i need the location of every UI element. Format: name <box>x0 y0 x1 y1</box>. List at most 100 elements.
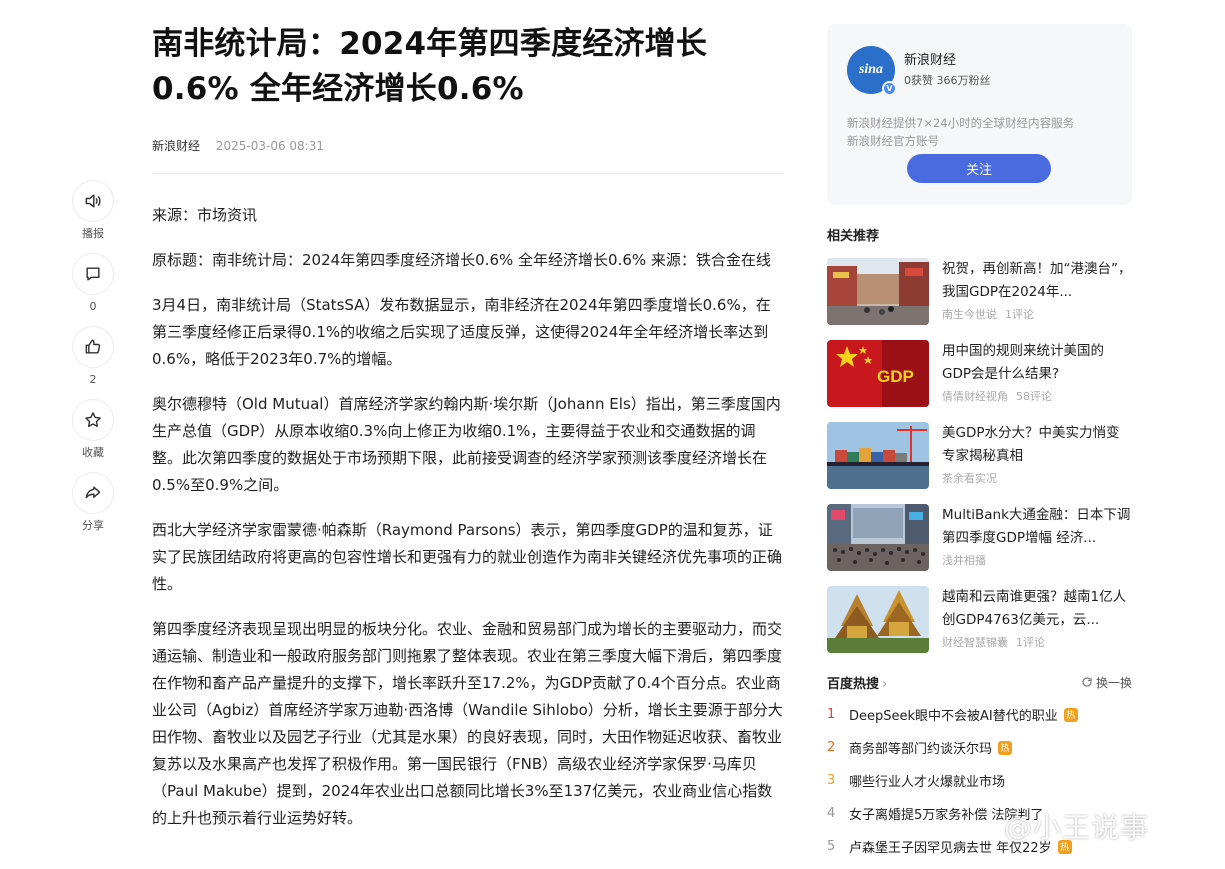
related-text: 祝贺，再创新高！加“港澳台”，我国GDP在2024年... 南生今世说 1评论 <box>942 258 1132 325</box>
crowd-photo-thumbnail[interactable] <box>827 504 929 571</box>
broadcast-action[interactable]: 播报 <box>70 180 116 241</box>
follow-button[interactable]: 关注 <box>907 154 1051 183</box>
share-icon <box>85 486 101 499</box>
related-meta: 南生今世说 1评论 <box>942 308 1132 322</box>
comment-button[interactable] <box>72 253 114 295</box>
related-headline[interactable]: 祝贺，再创新高！加“港澳台”，我国GDP在2024年... <box>942 258 1132 304</box>
article-author[interactable]: 新浪财经 <box>152 139 200 153</box>
related-comments: 58评论 <box>1016 390 1052 403</box>
gdp-flag-image: GDP <box>827 340 929 407</box>
sina-logo: sina <box>858 62 884 77</box>
related-headline[interactable]: 越南和云南谁更强？越南1亿人创GDP4763亿美元，云... <box>942 586 1132 632</box>
crowd-photo <box>827 504 929 571</box>
comment-action[interactable]: 0 <box>70 253 116 314</box>
related-source: 南生今世说 <box>942 308 997 321</box>
hot-rank: 2 <box>827 740 836 755</box>
related-text: 用中国的规则来统计美国的GDP会是什么结果? 倩倩财经视角 58评论 <box>942 340 1132 407</box>
broadcast-label: 播报 <box>82 227 104 240</box>
author-info: 新浪财经 0获赞 366万粉丝 <box>904 52 991 88</box>
related-meta: 财经智慧锦囊 1评论 <box>942 636 1132 650</box>
related-headline[interactable]: 美GDP水分大？中美实力悄变 专家揭秘真相 <box>942 422 1132 468</box>
hot-search-text[interactable]: 哪些行业人才火爆就业市场 <box>849 771 1005 790</box>
like-button[interactable] <box>72 326 114 368</box>
related-meta: 浅井相播 <box>942 554 1132 568</box>
broadcast-button[interactable] <box>72 180 114 222</box>
hot-search-item[interactable]: 2 商务部等部门约谈沃尔玛 热 <box>827 731 1132 764</box>
article-time: 2025-03-06 08:31 <box>215 139 324 153</box>
share-label: 分享 <box>82 519 104 532</box>
hot-badge: 热 <box>998 740 1013 755</box>
related-comments: 1评论 <box>1005 308 1034 321</box>
comment-icon <box>86 267 100 281</box>
author-desc-line: 新浪财经官方账号 <box>847 134 939 148</box>
refresh-button[interactable]: 换一换 <box>1081 674 1132 691</box>
related-item[interactable]: GDP 用中国的规则来统计美国的GDP会是什么结果? 倩倩财经视角 58评论 <box>827 340 1132 407</box>
like-count: 2 <box>89 373 97 386</box>
paragraph: 3月4日，南非统计局（StatsSA）发布数据显示，南非经济在2024年第四季度… <box>152 296 771 368</box>
paragraph: 西北大学经济学家雷蒙德·帕森斯（Raymond Parsons）表示，第四季度G… <box>152 521 783 593</box>
port-photo-thumbnail[interactable] <box>827 422 929 489</box>
article-meta: 新浪财经 2025-03-06 08:31 <box>152 138 784 154</box>
like-action[interactable]: 2 <box>70 326 116 387</box>
author-stats: 0获赞 366万粉丝 <box>904 74 991 87</box>
hot-rank: 3 <box>827 773 836 788</box>
author-head: sina V 新浪财经 0获赞 366万粉丝 <box>847 46 1112 96</box>
hot-search-item[interactable]: 3 哪些行业人才火爆就业市场 <box>827 764 1132 797</box>
hot-search-title[interactable]: 百度热搜 › <box>827 673 887 692</box>
action-rail: 播报 0 2 收藏 分享 <box>70 180 116 545</box>
favorite-label: 收藏 <box>82 446 104 459</box>
related-item[interactable]: MultiBank大通金融：日本下调第四季度GDP增幅 经济... 浅井相播 <box>827 504 1132 571</box>
hot-search-text[interactable]: DeepSeek眼中不会被AI替代的职业 <box>849 705 1058 724</box>
hot-rank: 5 <box>827 839 836 854</box>
related-item[interactable]: 祝贺，再创新高！加“港澳台”，我国GDP在2024年... 南生今世说 1评论 <box>827 258 1132 325</box>
street-photo <box>827 258 929 325</box>
related-title: 相关推荐 <box>827 229 880 244</box>
related-item[interactable]: 美GDP水分大？中美实力悄变 专家揭秘真相 茶余看实况 <box>827 422 1132 489</box>
paragraph: 原标题：南非统计局：2024年第四季度经济增长0.6% 全年经济增长0.6% 来… <box>152 251 771 269</box>
gdp-flag-thumbnail[interactable]: GDP <box>827 340 929 407</box>
street-photo-thumbnail[interactable] <box>827 258 929 325</box>
author-name[interactable]: 新浪财经 <box>904 52 991 70</box>
port-photo <box>827 422 929 489</box>
related-headline[interactable]: 用中国的规则来统计美国的GDP会是什么结果? <box>942 340 1132 386</box>
hot-rank: 1 <box>827 707 836 722</box>
hot-badge: 热 <box>1063 707 1078 722</box>
temple-photo <box>827 586 929 653</box>
paragraph: 奥尔德穆特（Old Mutual）首席经济学家约翰内斯·埃尔斯（Johann E… <box>152 395 781 494</box>
related-meta: 倩倩财经视角 58评论 <box>942 390 1132 404</box>
hot-search-item[interactable]: 1 DeepSeek眼中不会被AI替代的职业 热 <box>827 698 1132 731</box>
favorite-button[interactable] <box>72 399 114 441</box>
article-body: 来源：市场资讯 原标题：南非统计局：2024年第四季度经济增长0.6% 全年经济… <box>152 202 784 832</box>
sidebar: sina V 新浪财经 0获赞 366万粉丝 新浪财经提供7×24小时的全球财经… <box>827 24 1132 863</box>
hot-rank: 4 <box>827 806 836 821</box>
hot-search-title-text: 百度热搜 <box>827 676 880 692</box>
related-list: 祝贺，再创新高！加“港澳台”，我国GDP在2024年... 南生今世说 1评论 G… <box>827 258 1132 653</box>
paragraph: 来源：市场资讯 <box>152 206 258 224</box>
related-meta: 茶余看实况 <box>942 472 1132 486</box>
verified-icon: V <box>882 81 897 96</box>
share-action[interactable]: 分享 <box>70 472 116 533</box>
related-text: 越南和云南谁更强？越南1亿人创GDP4763亿美元，云... 财经智慧锦囊 1评论 <box>942 586 1132 653</box>
avatar[interactable]: sina V <box>847 46 897 96</box>
speaker-icon <box>85 194 101 208</box>
paragraph: 第四季度经济表现呈现出明显的板块分化。农业、金融和贸易部门成为增长的主要驱动力，… <box>152 620 783 827</box>
thumbs-up-icon <box>85 339 101 354</box>
divider <box>152 173 784 174</box>
hot-search-header: 百度热搜 › 换一换 <box>827 673 1132 692</box>
related-item[interactable]: 越南和云南谁更强？越南1亿人创GDP4763亿美元，云... 财经智慧锦囊 1评论 <box>827 586 1132 653</box>
hot-search-text[interactable]: 商务部等部门约谈沃尔玛 <box>849 738 992 757</box>
temple-photo-thumbnail[interactable] <box>827 586 929 653</box>
related-comments: 1评论 <box>1016 636 1045 649</box>
article: 南非统计局：2024年第四季度经济增长0.6% 全年经济增长0.6% 新浪财经 … <box>152 22 784 850</box>
star-icon <box>85 412 101 428</box>
chevron-right-icon: › <box>882 676 888 692</box>
related-source: 倩倩财经视角 <box>942 390 1008 403</box>
share-button[interactable] <box>72 472 114 514</box>
related-text: 美GDP水分大？中美实力悄变 专家揭秘真相 茶余看实况 <box>942 422 1132 489</box>
comment-count: 0 <box>89 300 97 313</box>
watermark: @小王说事 <box>1004 811 1150 844</box>
author-card: sina V 新浪财经 0获赞 366万粉丝 新浪财经提供7×24小时的全球财经… <box>827 24 1132 205</box>
favorite-action[interactable]: 收藏 <box>70 399 116 460</box>
related-headline[interactable]: MultiBank大通金融：日本下调第四季度GDP增幅 经济... <box>942 504 1132 550</box>
related-source: 茶余看实况 <box>942 472 997 485</box>
